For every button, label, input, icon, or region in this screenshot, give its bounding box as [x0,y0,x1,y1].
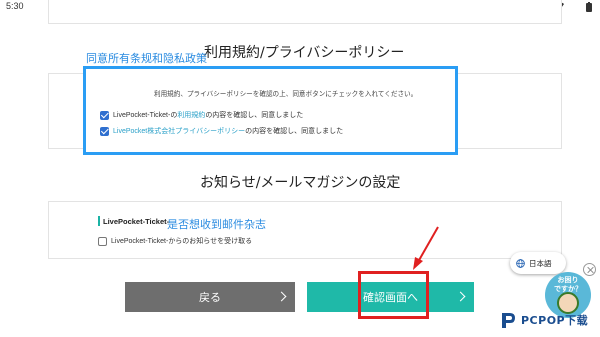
watermark-logo-icon [502,313,515,328]
privacy-policy-link[interactable]: LivePocket株式会社プライバシーポリシー [113,126,245,136]
chevron-right-icon [276,291,287,302]
status-time: 5:30 [6,1,24,11]
language-selector[interactable]: 日本語 [510,252,566,274]
chevron-right-icon [455,291,466,302]
terms-link[interactable]: 利用規約 [177,110,205,120]
terms-agree-prefix: LivePocket-Ticket-の [113,112,178,119]
terms-annotation: 同意所有条规和隐私政策 [86,52,207,65]
mail-section-title: お知らせ/メールマガジンの設定 [200,175,401,191]
screen: 5:30 利用規約/プライバシーポリシー 同意所有条规和隐私政策 利用規約、プラ… [0,0,600,337]
confirm-highlight-box [358,271,429,319]
privacy-agree-suffix: の内容を確認し、同意しました [245,128,344,135]
watermark-text: PCPOP下载 [521,314,589,327]
terms-note: 利用規約、プライバシーポリシーを確認の上、同意ボタンにチェックを入れてください。 [154,91,418,98]
terms-section-title: 利用規約/プライバシーポリシー [204,45,405,61]
newsletter-row[interactable]: LivePocket-Ticket-からのお知らせを受け取る [98,236,252,246]
terms-highlight-box: 利用規約、プライバシーポリシーを確認の上、同意ボタンにチェックを入れてください。… [83,66,458,155]
close-icon[interactable] [583,263,596,276]
privacy-agree-row[interactable]: LivePocket株式会社プライバシーポリシー の内容を確認し、同意しました [100,125,343,137]
globe-icon [516,258,525,268]
battery-icon [586,2,592,12]
label-accent-bar [98,216,100,226]
mail-service-name: LivePocket-Ticket- [103,216,170,226]
mail-service-label: LivePocket-Ticket- [98,216,169,226]
privacy-agree-checkbox[interactable] [100,126,109,136]
card-previous-section [48,0,562,24]
watermark: PCPOP下载 [498,309,588,331]
mail-annotation: 是否想收到邮件杂志 [167,218,266,231]
mail-card [48,201,562,259]
terms-agree-suffix: の内容を確認し、同意しました [205,112,304,119]
newsletter-label: LivePocket-Ticket-からのお知らせを受け取る [111,238,253,245]
language-label: 日本語 [529,258,552,268]
back-button-label: 戻る [199,291,221,304]
newsletter-checkbox[interactable] [98,236,107,246]
help-line-1: お困り [557,276,579,284]
back-button[interactable]: 戻る [125,282,295,312]
terms-agree-row[interactable]: LivePocket-Ticket-の 利用規約 の内容を確認し、同意しました [100,109,303,121]
terms-agree-checkbox[interactable] [100,110,109,120]
